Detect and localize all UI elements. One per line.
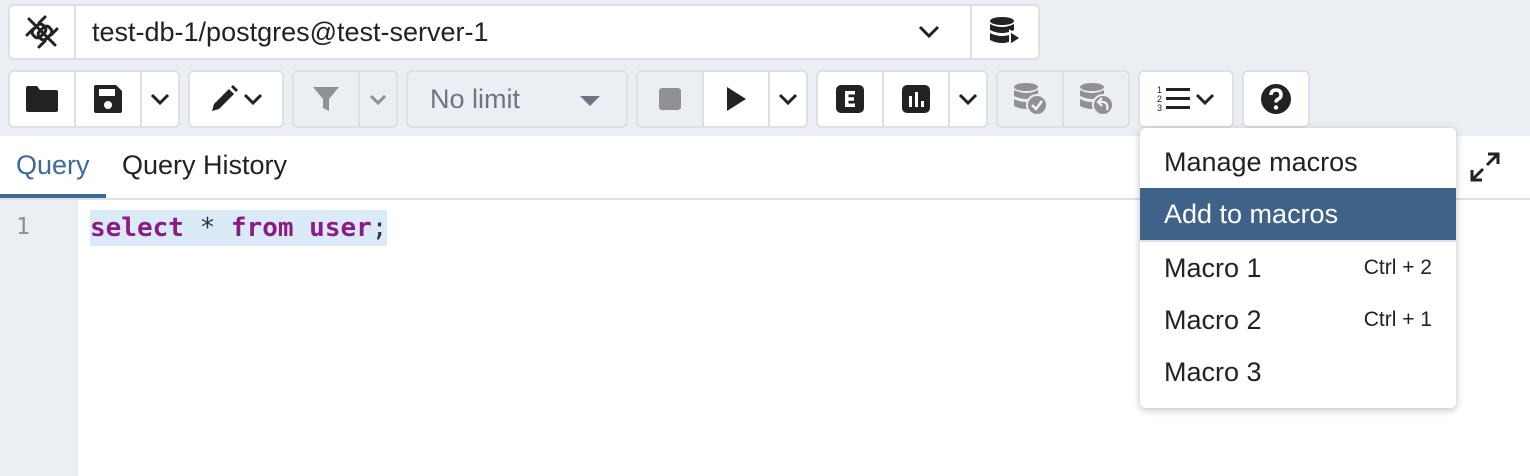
- menu-item-label: Macro 1: [1164, 252, 1262, 283]
- tab-query-history-label: Query History: [122, 150, 288, 180]
- menu-item-manage-macros[interactable]: Manage macros: [1140, 136, 1456, 188]
- rollback-icon: [1080, 83, 1114, 116]
- active-tab-indicator: [0, 194, 106, 198]
- transaction-toolbar-group: [996, 70, 1130, 128]
- filter-toolbar-group: [292, 70, 398, 128]
- line-number-gutter: 1: [0, 200, 78, 476]
- filter-icon: [313, 87, 339, 111]
- menu-item-label: Macro 3: [1164, 356, 1262, 387]
- chevron-down-icon: [778, 93, 798, 105]
- tab-query-label: Query: [16, 150, 90, 180]
- keyword-select: select: [90, 213, 184, 243]
- explain-button[interactable]: [818, 72, 884, 126]
- tab-query[interactable]: Query: [16, 150, 90, 200]
- macros-dropdown-menu: Manage macros Add to macros Macro 1 Ctrl…: [1140, 128, 1456, 408]
- database-execute-icon: [990, 17, 1022, 47]
- keyword-user: user: [309, 213, 372, 243]
- keyword-from: from: [230, 213, 294, 243]
- execute-toolbar-group: [636, 70, 808, 128]
- connection-selector[interactable]: test-db-1/postgres@test-server-1: [76, 6, 972, 58]
- menu-item-label: Add to macros: [1164, 198, 1339, 229]
- svg-text:3: 3: [1157, 103, 1162, 113]
- help-toolbar-group: [1242, 70, 1310, 128]
- chevron-down-icon: [918, 25, 940, 39]
- code-line[interactable]: select * from user;: [90, 210, 388, 246]
- connection-bar: test-db-1/postgres@test-server-1: [8, 4, 1040, 60]
- explain-toolbar-group: [816, 70, 988, 128]
- connection-status-button[interactable]: [10, 6, 76, 58]
- save-options-dropdown[interactable]: [142, 72, 178, 126]
- stop-query-button[interactable]: [638, 72, 704, 126]
- explain-options-dropdown[interactable]: [950, 72, 986, 126]
- menu-item-label: Macro 2: [1164, 304, 1262, 335]
- stop-icon: [659, 88, 681, 110]
- row-limit-select[interactable]: No limit: [406, 70, 628, 128]
- explain-analyze-button[interactable]: [884, 72, 950, 126]
- commit-icon: [1014, 83, 1048, 116]
- menu-item-macro-2[interactable]: Macro 2 Ctrl + 1: [1140, 294, 1456, 346]
- caret-down-icon: [580, 96, 600, 106]
- save-icon: [94, 85, 122, 113]
- file-toolbar-group: [8, 70, 180, 128]
- disconnected-plug-icon: [25, 15, 59, 49]
- explain-analyze-icon: [902, 85, 930, 113]
- menu-item-macro-3[interactable]: Macro 3: [1140, 346, 1456, 398]
- folder-icon: [26, 86, 58, 112]
- filter-options-dropdown[interactable]: [360, 72, 396, 126]
- commit-button[interactable]: [998, 72, 1064, 126]
- new-query-tool-button[interactable]: [972, 6, 1038, 58]
- menu-item-add-to-macros[interactable]: Add to macros: [1140, 188, 1456, 240]
- edit-toolbar-group: [188, 70, 284, 128]
- save-file-button[interactable]: [76, 72, 142, 126]
- play-icon: [727, 87, 746, 111]
- row-limit-value: No limit: [430, 83, 521, 114]
- open-file-button[interactable]: [10, 72, 76, 126]
- semicolon: ;: [371, 213, 388, 243]
- edit-menu-button[interactable]: [190, 72, 282, 126]
- maximize-button[interactable]: [1468, 150, 1502, 189]
- rollback-button[interactable]: [1064, 72, 1128, 126]
- menu-item-label: Manage macros: [1164, 146, 1358, 177]
- connection-label: test-db-1/postgres@test-server-1: [92, 16, 489, 47]
- filter-button[interactable]: [294, 72, 360, 126]
- chevron-down-icon: [369, 94, 387, 105]
- tab-query-history[interactable]: Query History: [122, 150, 287, 200]
- operator-star: *: [199, 213, 216, 243]
- macros-menu-button[interactable]: 1 2 3: [1140, 72, 1232, 126]
- execute-options-dropdown[interactable]: [770, 72, 806, 126]
- macros-list-icon: 1 2 3: [1157, 85, 1190, 113]
- chevron-down-icon: [1195, 93, 1215, 105]
- menu-item-shortcut: Ctrl + 1: [1363, 308, 1432, 331]
- expand-icon: [1470, 152, 1500, 182]
- pencil-icon: [212, 85, 238, 111]
- menu-item-shortcut: Ctrl + 2: [1363, 256, 1432, 279]
- help-button[interactable]: [1244, 72, 1308, 126]
- chevron-down-icon: [150, 93, 170, 105]
- menu-item-macro-1[interactable]: Macro 1 Ctrl + 2: [1140, 242, 1456, 294]
- line-number: 1: [16, 214, 30, 240]
- help-icon: [1261, 84, 1291, 114]
- chevron-down-icon: [243, 93, 263, 105]
- chevron-down-icon: [958, 93, 978, 105]
- execute-query-button[interactable]: [704, 72, 770, 126]
- macros-toolbar-group: 1 2 3: [1138, 70, 1234, 128]
- explain-icon: [836, 85, 864, 113]
